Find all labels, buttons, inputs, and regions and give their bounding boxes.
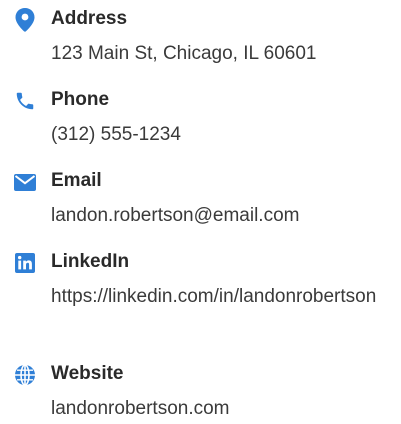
email-value[interactable]: landon.robertson@email.com xyxy=(51,201,393,231)
address-label: Address xyxy=(51,8,128,29)
address-value: 123 Main St, Chicago, IL 60601 xyxy=(51,43,317,64)
linkedin-label: LinkedIn xyxy=(51,251,130,272)
envelope-icon xyxy=(12,169,38,195)
contact-list: Address 123 Main St, Chicago, IL 60601 P… xyxy=(0,0,401,419)
phone-label: Phone xyxy=(51,89,110,110)
phone-value: (312) 555-1234 xyxy=(51,124,181,145)
map-pin-icon xyxy=(12,7,38,33)
website-label: Website xyxy=(51,363,124,384)
phone-icon xyxy=(12,88,38,114)
email-label: Email xyxy=(51,170,102,191)
linkedin-value[interactable]: https://linkedin.com/in/landonrobertson xyxy=(51,282,393,312)
website-value[interactable]: landonrobertson.com xyxy=(51,394,393,424)
linkedin-icon xyxy=(12,250,38,276)
globe-icon xyxy=(12,362,38,388)
